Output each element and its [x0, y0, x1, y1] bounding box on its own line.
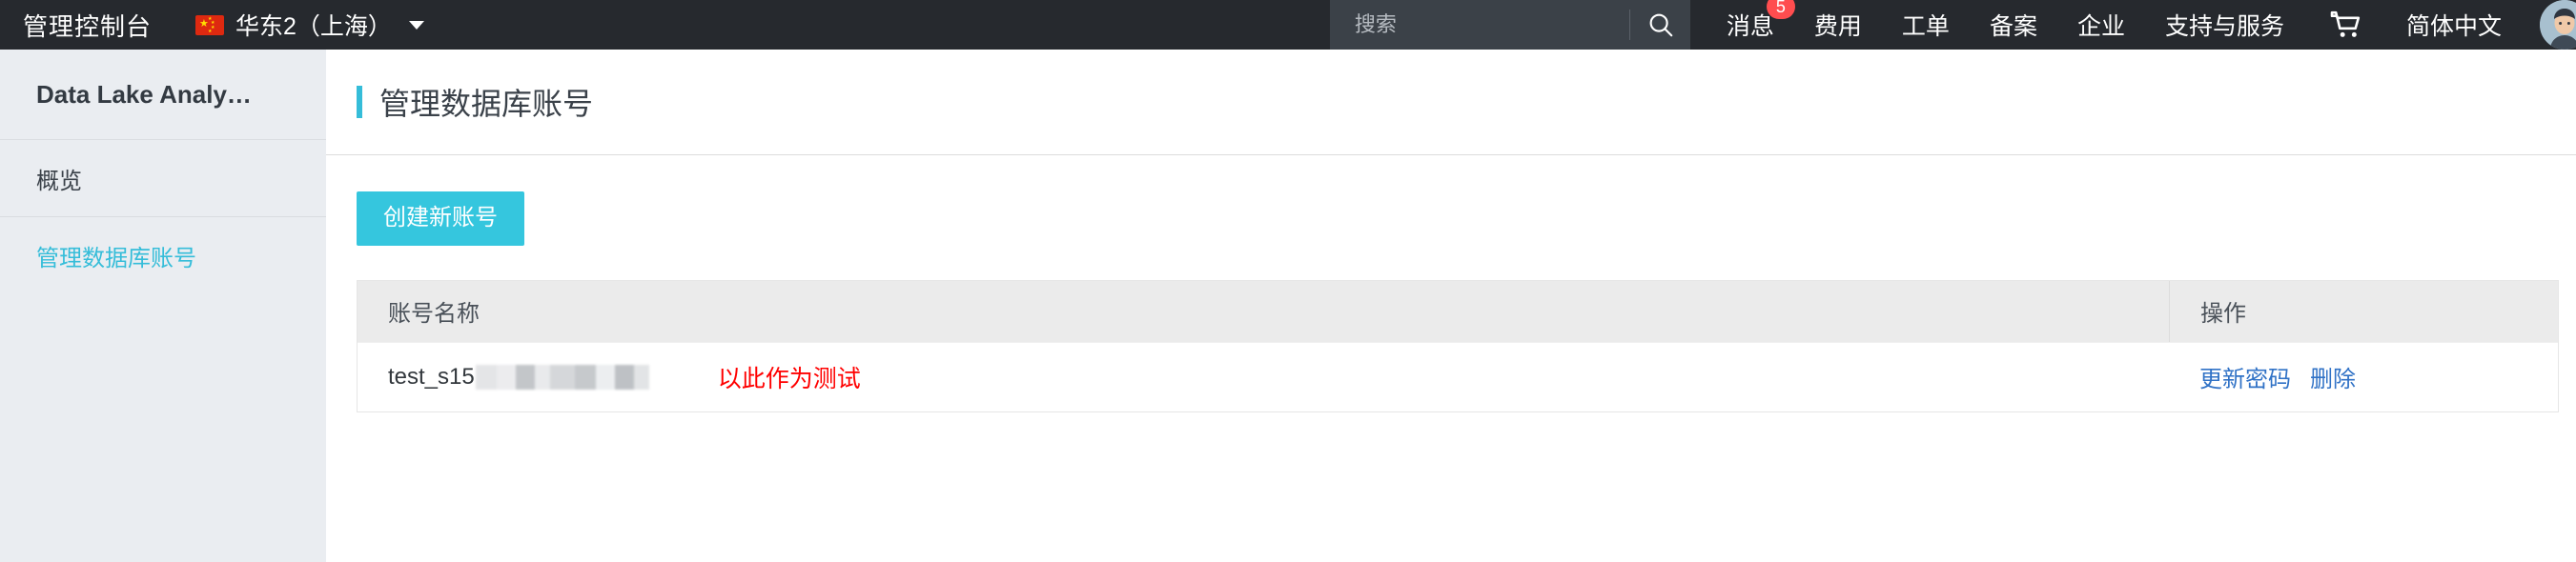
language-selector[interactable]: 简体中文: [2406, 8, 2502, 42]
avatar[interactable]: [2540, 0, 2576, 50]
cell-actions: 更新密码 删除: [2169, 360, 2558, 393]
sidebar-item-manage-db-accounts[interactable]: 管理数据库账号: [0, 217, 326, 293]
page-title-row: 管理数据库账号: [326, 50, 2576, 154]
nav-item-icp-filing[interactable]: 备案: [1990, 8, 2037, 42]
nav-item-enterprise[interactable]: 企业: [2077, 8, 2125, 42]
search-input[interactable]: [1329, 0, 1624, 50]
search-button[interactable]: [1631, 0, 1690, 50]
account-name-text: test_s15: [388, 363, 475, 390]
toolbar: 创建新账号: [326, 155, 2576, 246]
cn-flag-icon: ★ ★ ★ ★ ★: [195, 14, 225, 35]
nav-item-tickets[interactable]: 工单: [1902, 8, 1950, 42]
sidebar-item-overview[interactable]: 概览: [0, 140, 326, 216]
nav-links: 消息 5 费用 工单 备案 企业 支持与服务: [1690, 0, 2284, 50]
topbar-right-cluster: 消息 5 费用 工单 备案 企业 支持与服务 简体中文: [1329, 0, 2576, 50]
sidebar-item-manage-db-accounts-label: 管理数据库账号: [36, 245, 196, 271]
messages-badge: 5: [1766, 0, 1795, 19]
nav-item-billing[interactable]: 费用: [1814, 8, 1862, 42]
create-account-button[interactable]: 创建新账号: [357, 191, 524, 246]
top-navigation-bar: 管理控制台 ★ ★ ★ ★ ★ 华东2（上海） 消息 5: [0, 0, 2576, 50]
shopping-cart-button[interactable]: [2330, 10, 2362, 39]
sidebar: Data Lake Analy… 概览 管理数据库账号: [0, 50, 326, 562]
sidebar-item-overview-label: 概览: [36, 168, 82, 194]
delete-link[interactable]: 删除: [2310, 360, 2356, 393]
search-divider: [1628, 10, 1630, 40]
table-row: test_s15 以此作为测试 更新密码 删除: [358, 341, 2558, 411]
update-password-link[interactable]: 更新密码: [2199, 360, 2291, 393]
chevron-down-icon: [408, 20, 424, 30]
redacted-mosaic: [475, 364, 649, 390]
column-header-actions: 操作: [2169, 280, 2558, 342]
sidebar-brand: Data Lake Analy…: [36, 79, 252, 109]
table-header-row: 账号名称 操作: [358, 280, 2558, 342]
nav-item-messages-label: 消息: [1726, 13, 1774, 40]
column-header-account-name: 账号名称: [388, 301, 480, 328]
annotation-text: 以此作为测试: [717, 365, 861, 392]
avatar-image: [2540, 0, 2576, 50]
nav-item-messages[interactable]: 消息 5: [1726, 0, 1795, 42]
title-accent-bar: [357, 86, 362, 118]
shopping-cart-icon: [2330, 10, 2361, 37]
cell-account-name: test_s15 以此作为测试: [358, 360, 2169, 394]
nav-item-support[interactable]: 支持与服务: [2165, 8, 2284, 42]
console-title[interactable]: 管理控制台: [23, 8, 152, 43]
region-name-label: 华东2（上海）: [235, 13, 392, 40]
search-box[interactable]: [1329, 0, 1690, 50]
main-content: 管理数据库账号 创建新账号 账号名称 操作 test_s15 以此作为测试 更新…: [326, 50, 2576, 562]
page-title: 管理数据库账号: [379, 87, 594, 121]
accounts-table: 账号名称 操作 test_s15 以此作为测试 更新密码 删除: [357, 279, 2559, 412]
region-selector[interactable]: ★ ★ ★ ★ ★ 华东2（上海）: [195, 8, 424, 42]
search-icon: [1649, 13, 1673, 37]
